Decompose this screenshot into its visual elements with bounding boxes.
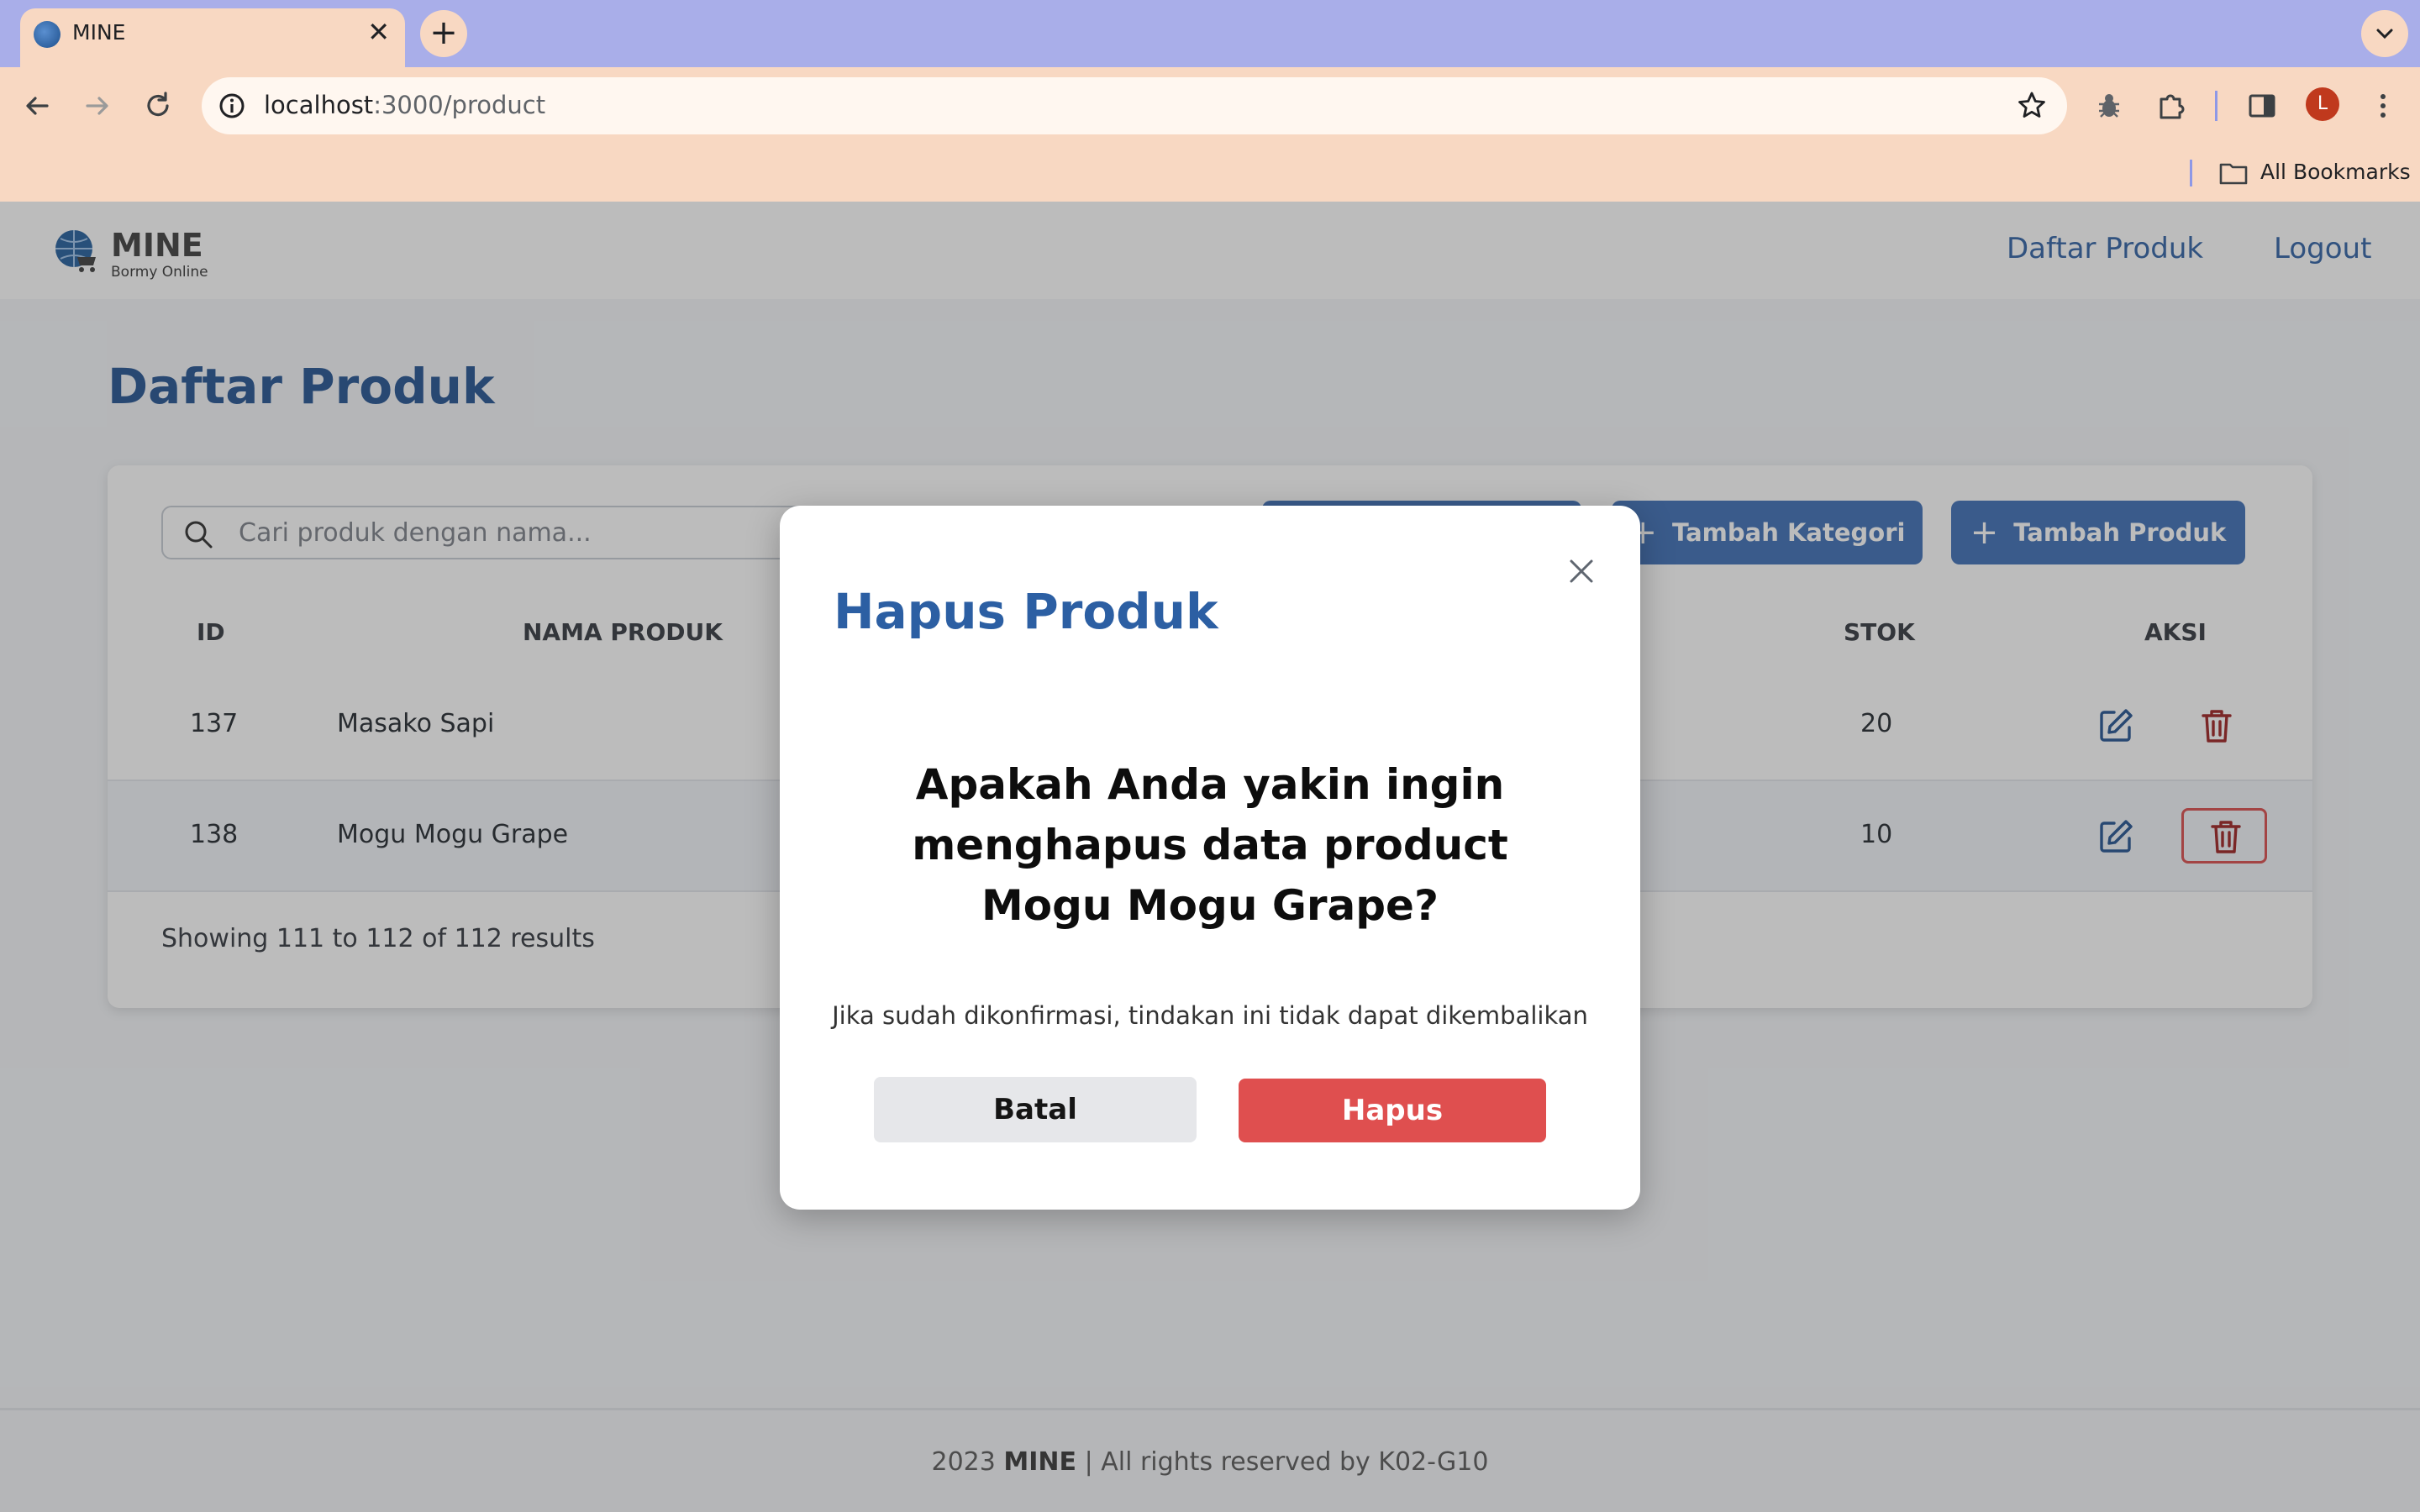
bookmarks-divider: [2190, 160, 2192, 186]
back-arrow-icon[interactable]: [20, 89, 54, 123]
tab-close-icon[interactable]: ✕: [367, 15, 390, 49]
forward-arrow-icon[interactable]: [81, 89, 114, 123]
url-text: localhost:3000/product: [264, 91, 545, 119]
profile-avatar[interactable]: L: [2306, 87, 2339, 121]
cancel-button[interactable]: Batal: [874, 1077, 1197, 1142]
more-vertical-icon[interactable]: [2366, 89, 2400, 123]
browser-tab[interactable]: MINE ✕: [20, 8, 405, 67]
all-bookmarks-link[interactable]: All Bookmarks: [2260, 160, 2411, 184]
tab-search-button[interactable]: [2361, 10, 2408, 57]
delete-product-modal: Hapus Produk Apakah Anda yakin ingin men…: [780, 506, 1640, 1210]
site-info-icon[interactable]: [217, 91, 247, 121]
modal-title: Hapus Produk: [834, 583, 1218, 640]
new-tab-button[interactable]: +: [420, 10, 467, 57]
tab-title: MINE: [72, 20, 126, 45]
globe-favicon-icon: [34, 21, 60, 48]
toolbar-divider: [2215, 91, 2217, 121]
confirm-delete-button[interactable]: Hapus: [1239, 1079, 1546, 1142]
address-bar[interactable]: localhost:3000/product: [202, 77, 2067, 134]
url-path: :3000/product: [373, 91, 546, 119]
url-host: localhost: [264, 91, 374, 119]
close-icon[interactable]: [1561, 551, 1602, 591]
bug-extension-icon[interactable]: [2092, 89, 2126, 123]
extensions-puzzle-icon[interactable]: [2154, 89, 2188, 123]
bookmark-star-icon[interactable]: [2015, 89, 2049, 123]
modal-question: Apakah Anda yakin ingin menghapus data p…: [912, 760, 1508, 930]
browser-toolbar: localhost:3000/product L: [0, 67, 2420, 202]
reload-icon[interactable]: [141, 89, 175, 123]
folder-icon: [2219, 163, 2248, 185]
chevron-down-icon: [2376, 29, 2393, 39]
browser-tab-bar: MINE ✕ +: [0, 0, 2420, 67]
modal-warning-note: Jika sudah dikonfirmasi, tindakan ini ti…: [832, 1001, 1588, 1030]
side-panel-icon[interactable]: [2245, 89, 2279, 123]
